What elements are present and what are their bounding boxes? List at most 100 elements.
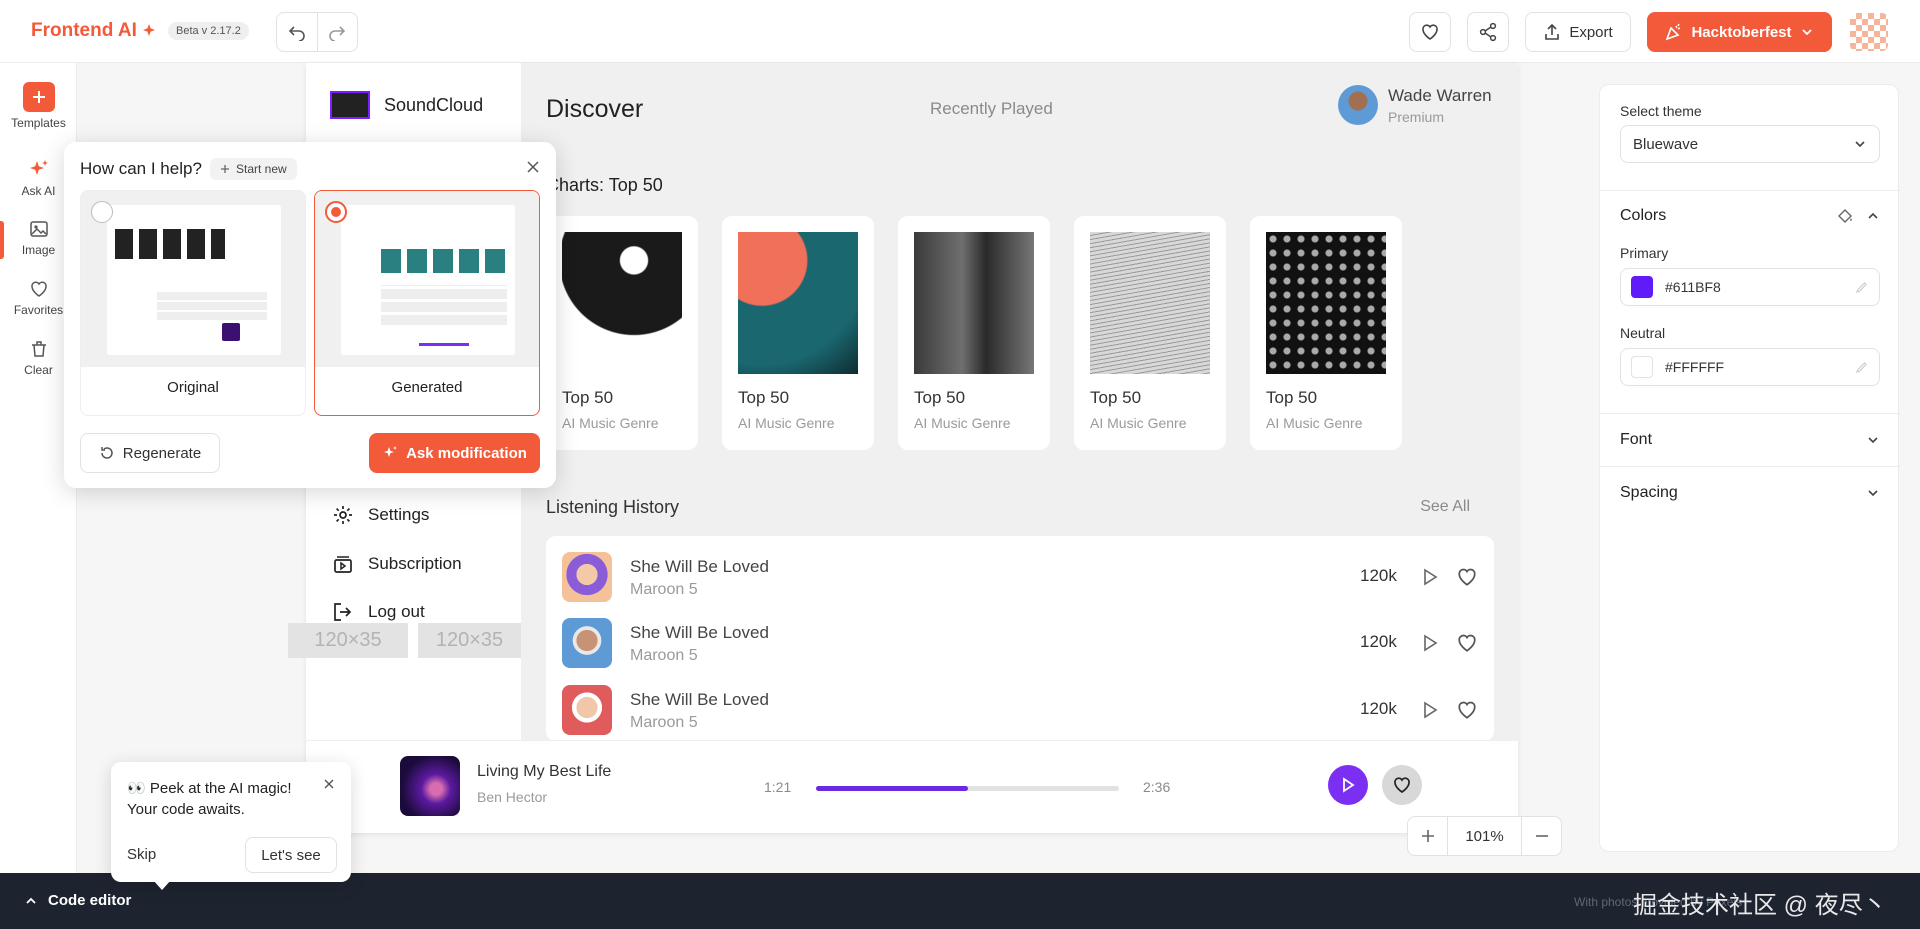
history-row[interactable]: She Will Be Loved Maroon 5 120k	[562, 685, 1478, 737]
colors-section-header[interactable]: Colors	[1620, 207, 1880, 225]
refresh-icon	[101, 447, 113, 459]
card-subtitle: AI Music Genre	[1266, 415, 1363, 431]
user-avatar[interactable]	[1850, 13, 1888, 51]
track-artist: Maroon 5	[630, 714, 698, 731]
close-icon[interactable]	[526, 160, 540, 174]
sc-menu-settings[interactable]: Settings	[332, 504, 429, 526]
colors-label: Colors	[1620, 207, 1667, 224]
progress-bar[interactable]	[816, 786, 1119, 791]
paint-bucket-icon	[1838, 209, 1852, 223]
chart-card[interactable]: Top 50 AI Music Genre	[898, 216, 1050, 450]
profile-name: Wade Warren	[1388, 85, 1492, 105]
play-icon[interactable]	[1422, 634, 1438, 652]
neutral-label: Neutral	[1620, 325, 1666, 341]
skip-button[interactable]: Skip	[127, 846, 156, 863]
history-row[interactable]: She Will Be Loved Maroon 5 120k	[562, 618, 1478, 670]
hacktoberfest-button[interactable]: Hacktoberfest	[1647, 12, 1832, 52]
zoom-out-button[interactable]	[1521, 817, 1561, 855]
play-button[interactable]	[1328, 765, 1368, 805]
play-icon[interactable]	[1422, 568, 1438, 586]
sc-logo[interactable]: SoundCloud	[330, 91, 483, 119]
chevron-down-icon	[1868, 437, 1878, 444]
option-label: Original	[167, 379, 219, 396]
brand-logo[interactable]: Frontend AI	[31, 20, 157, 42]
tooltip-arrow	[153, 880, 171, 890]
play-count: 120k	[1360, 699, 1397, 718]
start-new-label: Start new	[236, 162, 287, 176]
divider	[1600, 466, 1900, 467]
card-title: Top 50	[914, 388, 966, 407]
zoom-control: 101%	[1407, 816, 1562, 856]
recently-played-link[interactable]: Recently Played	[930, 99, 1053, 119]
primary-color-field[interactable]: #611BF8	[1620, 268, 1880, 306]
neutral-color-field[interactable]: #FFFFFF	[1620, 348, 1880, 386]
tooltip-text: 👀 Peek at the AI magic! Your code awaits…	[127, 780, 292, 818]
export-button[interactable]: Export	[1525, 12, 1631, 52]
card-title: Top 50	[738, 388, 790, 407]
zoom-in-button[interactable]	[1408, 817, 1448, 855]
ai-help-popup: How can I help? Start new Original Gener…	[64, 142, 556, 488]
duration: 2:36	[1143, 779, 1171, 795]
chart-card[interactable]: Top 50 AI Music Genre	[1074, 216, 1226, 450]
select-theme-label: Select theme	[1620, 103, 1702, 119]
brand-name: Frontend AI	[31, 20, 137, 41]
chevron-down-icon	[1801, 29, 1812, 36]
undo-redo-group	[276, 12, 358, 52]
chart-card[interactable]: Top 50 AI Music Genre	[722, 216, 874, 450]
track-artist: Maroon 5	[630, 581, 698, 598]
like-button[interactable]	[1382, 765, 1422, 805]
spacing-section-header[interactable]: Spacing	[1620, 484, 1880, 502]
rail-label: Templates	[11, 116, 66, 130]
option-radio[interactable]	[325, 201, 347, 223]
card-title: Top 50	[1266, 388, 1318, 407]
sc-logo-image	[330, 91, 370, 119]
primary-swatch[interactable]	[1631, 276, 1653, 298]
regenerate-label: Regenerate	[122, 444, 202, 462]
neutral-value: #FFFFFF	[1665, 359, 1725, 375]
option-radio[interactable]	[91, 201, 113, 223]
close-icon[interactable]	[323, 778, 335, 790]
sc-menu-subscription[interactable]: Subscription	[332, 553, 462, 575]
rail-templates[interactable]: Templates	[0, 82, 77, 130]
sc-menu-logout[interactable]: Log out	[332, 601, 425, 623]
sparkle-icon	[141, 23, 157, 39]
music-player: Living My Best Life Ben Hector 1:21 2:36	[306, 740, 1518, 833]
lets-see-button[interactable]: Let's see	[245, 837, 337, 873]
code-editor-toggle[interactable]: Code editor	[24, 892, 131, 909]
popup-title: How can I help?	[80, 159, 202, 178]
card-title: Top 50	[562, 388, 614, 407]
option-generated[interactable]: Generated	[314, 190, 540, 416]
heart-icon[interactable]	[1456, 699, 1478, 721]
divider	[1600, 190, 1900, 191]
share-button[interactable]	[1467, 12, 1509, 52]
start-new-button[interactable]: Start new	[210, 158, 297, 180]
heart-icon[interactable]	[1456, 632, 1478, 654]
profile[interactable]: Wade Warren Premium	[1338, 85, 1492, 125]
see-all-link[interactable]: See All	[1420, 498, 1470, 516]
redo-button[interactable]	[316, 13, 358, 51]
card-subtitle: AI Music Genre	[738, 415, 835, 431]
chevron-down-icon	[1855, 141, 1865, 148]
ask-modification-button[interactable]: Ask modification	[369, 433, 540, 473]
play-icon[interactable]	[1422, 701, 1438, 719]
card-subtitle: AI Music Genre	[562, 415, 659, 431]
card-subtitle: AI Music Genre	[1090, 415, 1187, 431]
neutral-swatch[interactable]	[1631, 356, 1653, 378]
theme-select[interactable]: Bluewave	[1620, 125, 1880, 163]
track-title: She Will Be Loved	[630, 623, 769, 642]
sc-menu-label: Subscription	[368, 554, 462, 573]
favorite-button[interactable]	[1409, 12, 1451, 52]
chart-card[interactable]: Top 50 AI Music Genre	[546, 216, 698, 450]
regenerate-button[interactable]: Regenerate	[80, 433, 220, 473]
option-label: Generated	[391, 379, 463, 396]
undo-button[interactable]	[277, 13, 317, 51]
party-icon	[1666, 23, 1681, 41]
chart-card[interactable]: Top 50 AI Music Genre	[1250, 216, 1402, 450]
history-row[interactable]: She Will Be Loved Maroon 5 120k	[562, 552, 1478, 604]
sparkle-icon	[384, 446, 398, 457]
heart-icon[interactable]	[1456, 566, 1478, 588]
font-section-header[interactable]: Font	[1620, 431, 1880, 449]
option-original[interactable]: Original	[80, 190, 306, 416]
player-artist: Ben Hector	[477, 789, 548, 805]
history-title: Listening History	[546, 497, 680, 517]
